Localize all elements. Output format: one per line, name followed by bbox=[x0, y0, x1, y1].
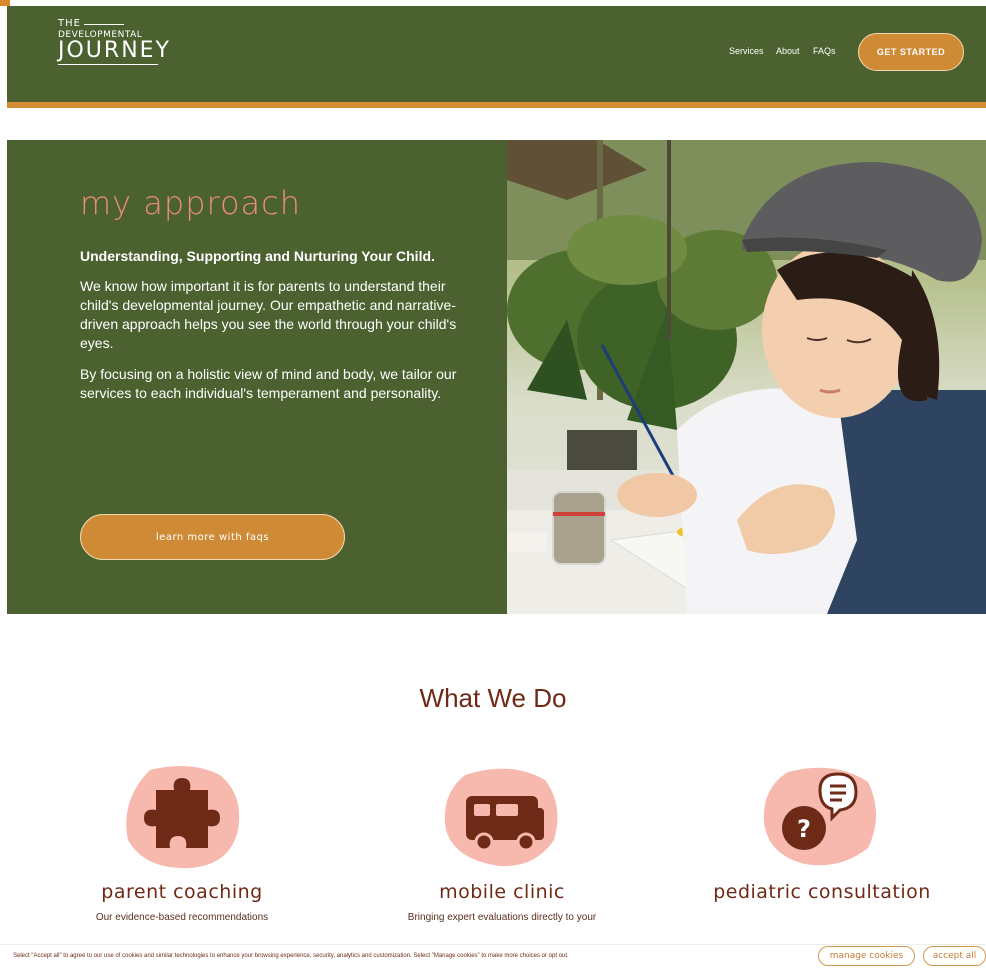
logo-line-the: THE bbox=[58, 18, 158, 29]
puzzle-piece-icon bbox=[120, 760, 244, 870]
manage-cookies-button[interactable]: Manage cookies bbox=[818, 946, 915, 966]
site-logo[interactable]: THE DEVELOPMENTAL JOURNEY bbox=[58, 18, 171, 65]
question-chat-icon: ? bbox=[760, 760, 884, 870]
service-description: Bringing expert evaluations directly to … bbox=[407, 912, 597, 923]
service-title: Parent Coaching bbox=[101, 881, 263, 903]
what-we-do-title: What We Do bbox=[419, 683, 567, 713]
learn-more-button[interactable]: Learn more with FAQs bbox=[80, 514, 345, 560]
header-stripe bbox=[7, 102, 986, 108]
rv-camper-icon bbox=[440, 760, 564, 870]
service-title: Mobile Clinic bbox=[439, 881, 565, 903]
accept-all-button[interactable]: Accept all bbox=[923, 946, 986, 966]
approach-paragraph-1: We know how important it is for parents … bbox=[80, 278, 457, 351]
svg-text:?: ? bbox=[797, 815, 811, 843]
logo-rule bbox=[83, 23, 124, 25]
logo-journey-text: JOURNEY bbox=[58, 38, 171, 65]
child-painting-photo bbox=[507, 140, 986, 614]
nav-about[interactable]: About bbox=[776, 46, 800, 56]
approach-subtitle: Understanding, Supporting and Nurturing … bbox=[80, 248, 435, 264]
cookie-banner: Select "Accept all" to agree to our use … bbox=[0, 944, 986, 968]
service-pediatric-consultation[interactable]: ? Pediatric Consultation bbox=[702, 760, 942, 912]
logo-the-text: THE bbox=[58, 18, 81, 29]
service-description: Our evidence-based recommendations bbox=[95, 912, 269, 923]
approach-paragraph-2: By focusing on a holistic view of mind a… bbox=[80, 366, 457, 401]
approach-title: my approach bbox=[80, 184, 302, 222]
cookie-notice-text: Select "Accept all" to agree to our use … bbox=[13, 953, 569, 959]
nav-services[interactable]: Services bbox=[729, 46, 764, 56]
service-parent-coaching[interactable]: Parent Coaching Our evidence-based recom… bbox=[62, 760, 302, 923]
get-started-button[interactable]: GET STARTED bbox=[858, 33, 964, 71]
child-painting-illustration bbox=[507, 140, 986, 614]
service-title: Pediatric Consultation bbox=[713, 881, 931, 903]
nav-faqs[interactable]: FAQs bbox=[813, 46, 836, 56]
service-mobile-clinic[interactable]: Mobile Clinic Bringing expert evaluation… bbox=[382, 760, 622, 923]
